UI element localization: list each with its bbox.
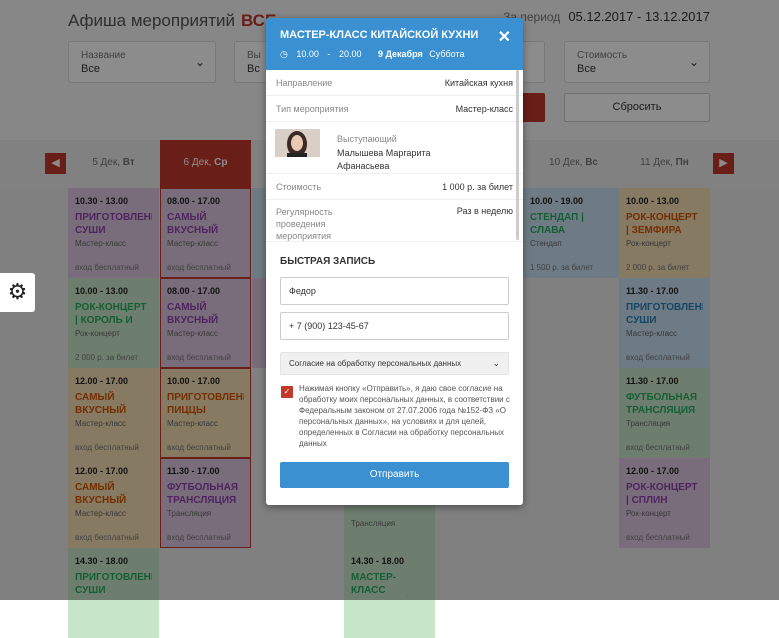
consent-select[interactable]: Согласие на обработку персональных данны… (280, 352, 509, 375)
clock-icon: ◷ (280, 49, 288, 59)
info-row: Регулярность проведения мероприятия Раз в… (266, 200, 523, 242)
chevron-down-icon: ⌄ (492, 358, 500, 368)
consent-text: Нажимая кнопку «Отправить», я даю свое с… (299, 384, 510, 448)
submit-button[interactable]: Отправить (280, 462, 509, 488)
performer-block: Выступающий Малышева Маргарита Афанасьев… (266, 122, 523, 174)
info-row: Стоимость 1 000 р. за билет (266, 174, 523, 200)
modal-title: МАСТЕР-КЛАСС КИТАЙСКОЙ КУХНИ (280, 29, 479, 41)
performer-label: Выступающий (337, 134, 397, 144)
scrollbar[interactable] (516, 70, 519, 240)
close-icon[interactable]: ✕ (498, 27, 511, 47)
performer-photo (275, 129, 320, 157)
consent-checkbox[interactable]: ✓ (281, 386, 293, 398)
avatar (275, 129, 320, 157)
name-field[interactable]: Федор (280, 277, 509, 305)
info-row: Направление Китайская кухня (266, 70, 523, 96)
modal-header: МАСТЕР-КЛАСС КИТАЙСКОЙ КУХНИ ✕ ◷ 10.00 -… (266, 18, 523, 70)
event-time: ◷ 10.00 - 20.00 9 Декабря Суббота (280, 49, 465, 59)
phone-field[interactable]: + 7 (900) 123-45-67 (280, 312, 509, 340)
gear-icon[interactable]: ⚙ (0, 273, 35, 312)
performer-name: Малышева Маргарита Афанасьева (337, 148, 431, 171)
event-modal: МАСТЕР-КЛАСС КИТАЙСКОЙ КУХНИ ✕ ◷ 10.00 -… (266, 18, 523, 505)
quick-signup-section: БЫСТРАЯ ЗАПИСЬ Федор + 7 (900) 123-45-67… (266, 256, 523, 375)
info-row: Тип мероприятия Мастер-класс (266, 96, 523, 122)
quick-signup-title: БЫСТРАЯ ЗАПИСЬ (280, 256, 376, 267)
